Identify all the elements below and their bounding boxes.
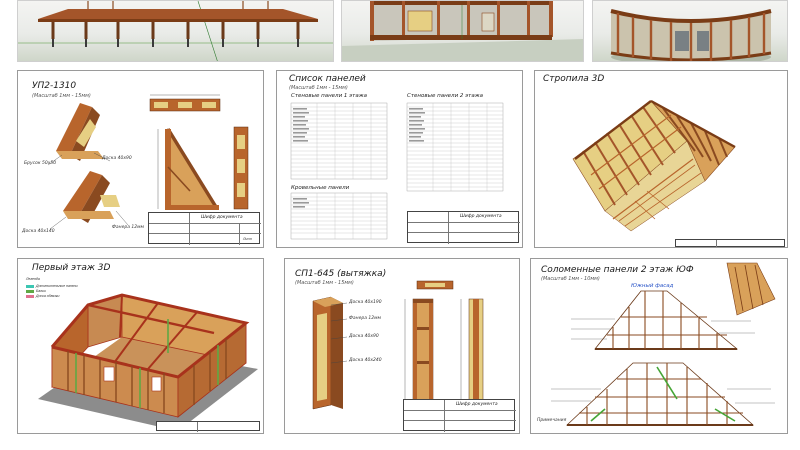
sheet-sp1-645[interactable]: СП1-645 (вытяжка) (Масштаб 1мм - 15мм) Д… xyxy=(284,258,520,434)
label-board-40x140: Доска 40х140 xyxy=(22,229,55,234)
round-house-thumbnail[interactable] xyxy=(592,0,788,62)
notes-title: Примечания xyxy=(537,418,567,423)
sheet-first-floor-3d[interactable]: Первый этаж 3D Легенда Дополнительные па… xyxy=(17,258,264,434)
titleblock-code: Шифр документа xyxy=(460,214,502,219)
wall-frame-render xyxy=(342,1,583,61)
deck-frame-thumbnail[interactable] xyxy=(17,0,334,62)
first-floor-render xyxy=(38,293,258,431)
label-brusok: Брусок 50х50 xyxy=(24,161,57,166)
rafters-render xyxy=(572,99,736,232)
title-block xyxy=(156,421,260,432)
label-plywood: Фанера 12мм xyxy=(112,225,144,230)
wall-frame-thumbnail[interactable] xyxy=(341,0,584,62)
title-block xyxy=(675,239,785,247)
label-board-40x240: Доска 40х240 xyxy=(349,358,382,363)
titleblock-code: Шифр документа xyxy=(201,215,243,220)
label-board-40x190: Доска 40х190 xyxy=(349,300,382,305)
title-block: Шифр документа xyxy=(407,211,520,244)
round-house-render xyxy=(610,9,772,61)
titleblock-code: Шифр документа xyxy=(456,402,498,407)
facade-drawing xyxy=(551,262,776,426)
label-plywood: Фанера 12мм xyxy=(349,316,381,321)
sheet-straw-panels[interactable]: Соломенные панели 2 этаж ЮФ (Масштаб 1мм… xyxy=(530,258,788,434)
sheet-panel-list[interactable]: Список панелей (Масштаб 1мм - 15мм) Стен… xyxy=(276,70,523,248)
label-board-40x90: Доска 40х90 xyxy=(102,156,132,161)
title-block: Шифр документа xyxy=(403,399,516,432)
title-block: Шифр документа Лист xyxy=(148,212,261,245)
sheet-rafters-3d[interactable]: Стропила 3D xyxy=(534,70,788,248)
sheet-up2-1310[interactable]: УП2-1310 (Масштаб 1мм - 15мм) Брусок 50х… xyxy=(17,70,264,248)
titleblock-sheet: Лист xyxy=(243,237,253,241)
label-board-40x90: Доска 40х90 xyxy=(349,334,379,339)
deck-frame-render xyxy=(18,1,333,61)
